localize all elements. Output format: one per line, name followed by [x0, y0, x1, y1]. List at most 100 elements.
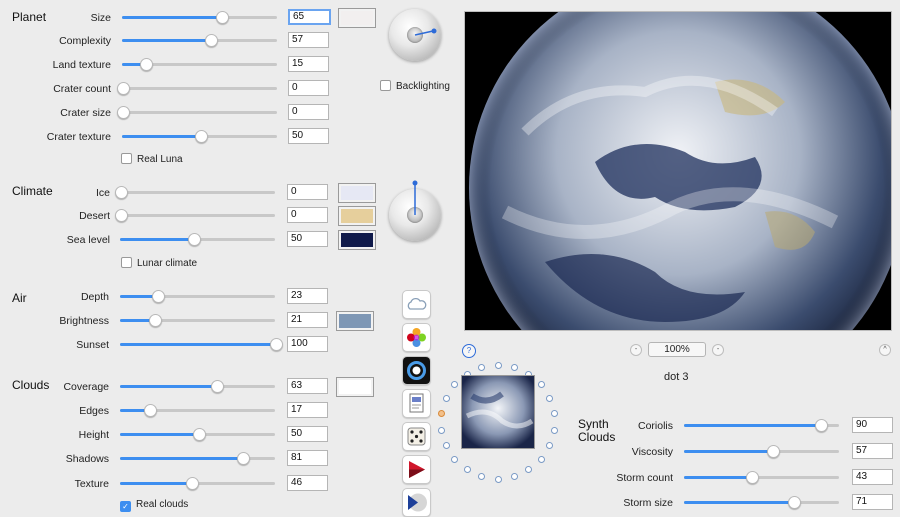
cloud-color-well[interactable] — [336, 377, 374, 397]
ice-slider[interactable] — [115, 186, 275, 199]
crater-size-label: Crater size — [60, 107, 111, 119]
viscosity-input[interactable]: 57 — [852, 443, 893, 459]
red-arrow-tool-button[interactable] — [402, 455, 431, 484]
dot-mode-label: dot 3 — [664, 371, 689, 383]
depth-slider[interactable] — [120, 290, 275, 303]
ring-dot[interactable] — [510, 363, 518, 371]
height-slider[interactable] — [120, 428, 275, 441]
brightness-slider[interactable] — [120, 314, 275, 327]
zoom-in-button[interactable]: - — [712, 344, 724, 356]
zoom-out-button[interactable]: - — [630, 344, 642, 356]
coriolis-input[interactable]: 90 — [852, 417, 893, 433]
storm-count-slider[interactable] — [684, 471, 839, 484]
ring-dot[interactable] — [550, 410, 558, 418]
air-color-well[interactable] — [336, 311, 374, 331]
planet-render-view[interactable] — [464, 11, 892, 331]
ring-dot[interactable] — [510, 473, 518, 481]
ice-color-well[interactable] — [338, 183, 376, 203]
air-color — [339, 314, 371, 328]
land-texture-slider[interactable] — [122, 58, 277, 71]
ring-tool-button[interactable] — [402, 356, 431, 385]
ring-dot[interactable] — [451, 455, 459, 463]
document-tool-button[interactable] — [402, 389, 431, 418]
ice-label: Ice — [95, 187, 110, 199]
help-button[interactable]: ? — [462, 344, 476, 358]
document-icon — [409, 393, 424, 413]
storm-size-input[interactable]: 71 — [852, 494, 893, 510]
ring-dot[interactable] — [478, 473, 486, 481]
backlighting-box — [380, 80, 391, 91]
planet-render-image — [469, 12, 891, 330]
ring-dot[interactable] — [546, 394, 554, 402]
axial-tilt-knob[interactable] — [389, 180, 441, 241]
crater-size-slider[interactable] — [117, 106, 277, 119]
shadows-slider[interactable] — [120, 452, 275, 465]
crater-size-input[interactable]: 0 — [288, 104, 329, 120]
collapse-button[interactable]: ^ — [879, 344, 891, 356]
sea-level-input[interactable]: 50 — [287, 231, 328, 247]
planet-thumbnail[interactable] — [461, 375, 535, 449]
synth-title-line2: Clouds — [578, 430, 616, 444]
ice-input[interactable]: 0 — [287, 184, 328, 200]
depth-input[interactable]: 23 — [287, 288, 328, 304]
real-luna-checkbox[interactable]: Real Luna — [121, 153, 183, 165]
ring-dot[interactable] — [550, 426, 558, 434]
sunset-input[interactable]: 100 — [287, 336, 328, 352]
real-clouds-checkbox[interactable]: ✓ Real clouds — [120, 499, 188, 512]
storm-count-input[interactable]: 43 — [852, 469, 893, 485]
ring-dot[interactable] — [438, 426, 446, 434]
desert-color-well[interactable] — [338, 206, 376, 226]
storm-size-slider[interactable] — [684, 496, 839, 509]
ring-dot[interactable] — [442, 394, 450, 402]
desert-input[interactable]: 0 — [287, 207, 328, 223]
coriolis-slider[interactable] — [684, 419, 839, 432]
sunset-slider[interactable] — [120, 338, 283, 351]
coverage-slider[interactable] — [120, 380, 275, 393]
texture-input[interactable]: 46 — [287, 475, 328, 491]
crater-texture-input[interactable]: 50 — [288, 128, 329, 144]
land-texture-label: Land texture — [52, 59, 111, 71]
ring-dot[interactable] — [494, 361, 502, 369]
ring-dot[interactable] — [537, 381, 545, 389]
crater-count-slider[interactable] — [117, 82, 277, 95]
play-disc-tool-button[interactable] — [402, 488, 431, 517]
texture-slider[interactable] — [120, 477, 275, 490]
height-input[interactable]: 50 — [287, 426, 328, 442]
ring-dot[interactable] — [438, 410, 446, 418]
shadows-input[interactable]: 81 — [287, 450, 328, 466]
size-slider[interactable] — [122, 11, 277, 24]
ring-dot[interactable] — [463, 466, 471, 474]
land-texture-input[interactable]: 15 — [288, 56, 329, 72]
zoom-level-field[interactable]: 100% — [648, 342, 706, 357]
ring-dot[interactable] — [537, 455, 545, 463]
size-input[interactable]: 65 — [288, 9, 331, 25]
complexity-slider[interactable] — [122, 34, 277, 47]
crater-count-input[interactable]: 0 — [288, 80, 329, 96]
lunar-climate-checkbox[interactable]: Lunar climate — [121, 257, 197, 269]
ring-dot[interactable] — [442, 442, 450, 450]
ring-dot[interactable] — [451, 381, 459, 389]
sea-level-slider[interactable] — [120, 233, 275, 246]
dice-tool-button[interactable] — [402, 422, 431, 451]
storm-size-label: Storm size — [623, 497, 673, 509]
complexity-input[interactable]: 57 — [288, 32, 329, 48]
ring-dot[interactable] — [546, 442, 554, 450]
brightness-input[interactable]: 21 — [287, 312, 328, 328]
backlighting-checkbox[interactable]: Backlighting — [380, 80, 450, 92]
ring-dot[interactable] — [478, 363, 486, 371]
light-direction-knob[interactable] — [389, 9, 441, 61]
crater-texture-slider[interactable] — [122, 130, 277, 143]
desert-slider[interactable] — [115, 209, 275, 222]
ring-dot[interactable] — [494, 475, 502, 483]
viscosity-slider[interactable] — [684, 445, 839, 458]
photos-tool-button[interactable] — [402, 323, 431, 352]
size-color-well[interactable] — [338, 8, 376, 28]
coverage-input[interactable]: 63 — [287, 378, 328, 394]
play-disc-icon — [408, 493, 427, 512]
sea-color-well[interactable] — [338, 230, 376, 250]
ring-dot[interactable] — [525, 466, 533, 474]
cloud-tool-button[interactable] — [402, 290, 431, 319]
edges-slider[interactable] — [120, 404, 275, 417]
edges-input[interactable]: 17 — [287, 402, 328, 418]
light-direction-indicator — [414, 28, 437, 36]
